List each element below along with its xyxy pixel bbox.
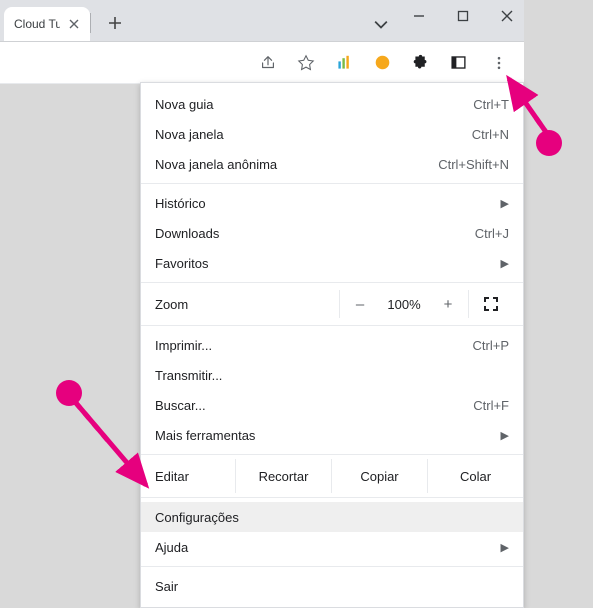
menu-separator (141, 183, 523, 184)
share-icon[interactable] (254, 49, 282, 77)
menu-item-label: Nova guia (155, 97, 473, 112)
menu-separator (141, 454, 523, 455)
close-window-button[interactable] (498, 7, 516, 25)
menu-separator (141, 325, 523, 326)
menu-item-label: Nova janela (155, 127, 472, 142)
cut-button[interactable]: Recortar (235, 459, 331, 493)
zoom-value: 100% (380, 297, 428, 312)
menu-cast[interactable]: Transmitir... (141, 360, 523, 390)
menu-print[interactable]: Imprimir... Ctrl+P (141, 330, 523, 360)
menu-item-label: Nova janela anônima (155, 157, 438, 172)
extensions-puzzle-icon[interactable] (406, 49, 434, 77)
zoom-out-button[interactable]: – (340, 296, 380, 313)
zoom-label: Zoom (155, 297, 339, 312)
menu-item-label: Buscar... (155, 398, 473, 413)
menu-new-tab[interactable]: Nova guia Ctrl+T (141, 89, 523, 119)
menu-history[interactable]: Histórico ▶ (141, 188, 523, 218)
chevron-right-icon: ▶ (501, 541, 509, 554)
tab-separator (90, 13, 91, 33)
edit-label: Editar (155, 469, 235, 484)
menu-more-tools[interactable]: Mais ferramentas ▶ (141, 420, 523, 450)
menu-shortcut: Ctrl+P (473, 338, 509, 353)
menu-new-window[interactable]: Nova janela Ctrl+N (141, 119, 523, 149)
menu-item-label: Configurações (155, 510, 509, 525)
browser-tab[interactable]: Cloud Tuto (4, 7, 90, 41)
menu-find[interactable]: Buscar... Ctrl+F (141, 390, 523, 420)
menu-shortcut: Ctrl+T (473, 97, 509, 112)
menu-item-label: Mais ferramentas (155, 428, 497, 443)
menu-help[interactable]: Ajuda ▶ (141, 532, 523, 562)
menu-shortcut: Ctrl+F (473, 398, 509, 413)
extension-icon-flame[interactable] (368, 49, 396, 77)
menu-separator (141, 282, 523, 283)
menu-item-label: Sair (155, 579, 509, 594)
menu-downloads[interactable]: Downloads Ctrl+J (141, 218, 523, 248)
close-tab-icon[interactable] (66, 16, 82, 32)
titlebar: Cloud Tuto (0, 0, 524, 42)
copy-button[interactable]: Copiar (331, 459, 427, 493)
new-tab-button[interactable] (101, 9, 129, 37)
maximize-button[interactable] (454, 7, 472, 25)
annotation-dot (536, 130, 562, 156)
menu-kebab-button[interactable] (482, 46, 516, 80)
menu-settings[interactable]: Configurações (141, 502, 523, 532)
menu-bookmarks[interactable]: Favoritos ▶ (141, 248, 523, 278)
menu-item-label: Ajuda (155, 540, 497, 555)
menu-item-label: Imprimir... (155, 338, 473, 353)
tab-search-icon[interactable] (372, 15, 390, 33)
menu-item-label: Transmitir... (155, 368, 509, 383)
menu-item-label: Downloads (155, 226, 475, 241)
menu-edit-row: Editar Recortar Copiar Colar (141, 459, 523, 493)
menu-item-label: Histórico (155, 196, 497, 211)
chevron-right-icon: ▶ (501, 197, 509, 210)
menu-shortcut: Ctrl+Shift+N (438, 157, 509, 172)
menu-separator (141, 497, 523, 498)
fullscreen-button[interactable] (469, 297, 513, 311)
fullscreen-icon (484, 297, 498, 311)
tab-title: Cloud Tuto (14, 17, 60, 31)
menu-shortcut: Ctrl+J (475, 226, 509, 241)
chrome-menu: Nova guia Ctrl+T Nova janela Ctrl+N Nova… (140, 82, 524, 608)
menu-shortcut: Ctrl+N (472, 127, 509, 142)
zoom-in-button[interactable]: + (428, 296, 468, 313)
menu-separator (141, 566, 523, 567)
menu-zoom-row: Zoom – 100% + (141, 287, 523, 321)
paste-button[interactable]: Colar (427, 459, 523, 493)
bookmark-star-icon[interactable] (292, 49, 320, 77)
annotation-dot (56, 380, 82, 406)
minimize-button[interactable] (410, 7, 428, 25)
chevron-right-icon: ▶ (501, 257, 509, 270)
menu-exit[interactable]: Sair (141, 571, 523, 601)
sidepanel-icon[interactable] (444, 49, 472, 77)
toolbar (0, 42, 524, 84)
chevron-right-icon: ▶ (501, 429, 509, 442)
menu-item-label: Favoritos (155, 256, 497, 271)
extension-icon-bars[interactable] (330, 49, 358, 77)
menu-incognito[interactable]: Nova janela anônima Ctrl+Shift+N (141, 149, 523, 179)
